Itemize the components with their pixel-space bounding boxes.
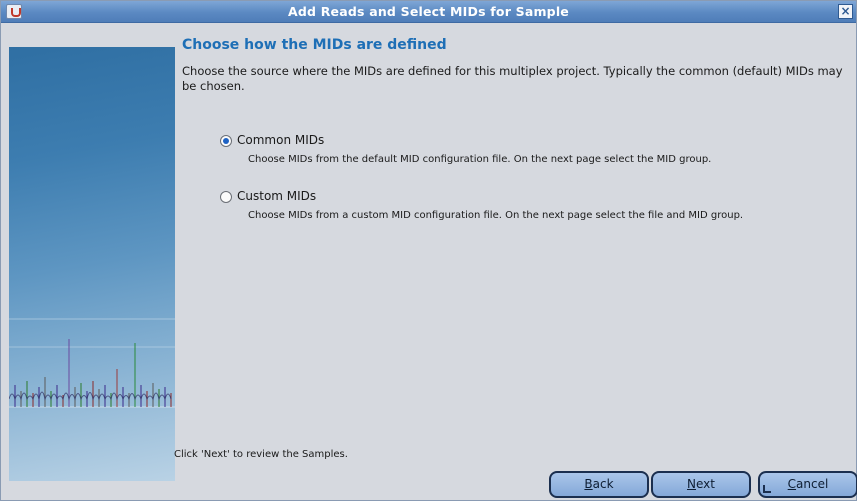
next-mnemonic: N [687,477,696,491]
cancel-label: ancel [796,477,829,491]
back-button[interactable]: Back [549,471,649,498]
cancel-button[interactable]: Cancel [758,471,857,498]
page-title: Choose how the MIDs are defined [182,37,447,53]
back-label: ack [592,477,614,491]
wizard-dialog: Add Reads and Select MIDs for Sample × C… [0,0,857,501]
common-mids-radio[interactable] [220,135,232,147]
window-title: Add Reads and Select MIDs for Sample [288,4,569,19]
wizard-side-image [9,47,175,481]
custom-mids-label[interactable]: Custom MIDs [237,189,316,203]
common-mids-label[interactable]: Common MIDs [237,133,324,147]
custom-mids-description: Choose MIDs from a custom MID configurat… [248,210,744,221]
close-icon: × [840,4,851,18]
page-description: Choose the source where the MIDs are def… [182,64,843,93]
back-mnemonic: B [584,477,593,491]
close-button[interactable]: × [838,4,853,19]
common-mids-description: Choose MIDs from the default MID configu… [248,154,712,165]
sequencing-trace-graphic [9,318,175,408]
custom-mids-radio[interactable] [220,191,232,203]
title-bar[interactable]: Add Reads and Select MIDs for Sample × [1,1,856,23]
cancel-mnemonic: C [787,477,797,491]
next-button[interactable]: Next [651,471,751,498]
footer-hint: Click 'Next' to review the Samples. [174,449,348,460]
wizard-content: Choose how the MIDs are defined Choose t… [180,23,856,501]
next-label: ext [696,477,715,491]
